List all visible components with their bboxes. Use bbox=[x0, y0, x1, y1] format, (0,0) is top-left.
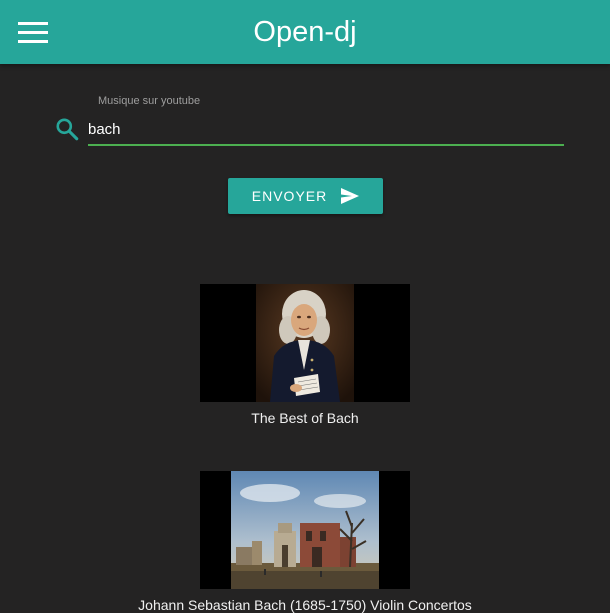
hamburger-menu-button[interactable] bbox=[14, 18, 52, 48]
search-icon bbox=[54, 116, 80, 142]
portrait-painting-thumbnail bbox=[200, 284, 410, 402]
video-result[interactable]: Johann Sebastian Bach (1685-1750) Violin… bbox=[138, 471, 472, 613]
app-bar: Open-dj bbox=[0, 0, 610, 64]
hamburger-menu-icon bbox=[18, 22, 48, 43]
video-title: The Best of Bach bbox=[251, 410, 359, 426]
send-icon bbox=[341, 188, 360, 204]
search-field-label: Musique sur youtube bbox=[98, 95, 201, 107]
landscape-painting-thumbnail bbox=[200, 471, 410, 589]
send-button-label: ENVOYER bbox=[251, 188, 328, 204]
app-title: Open-dj bbox=[253, 16, 357, 48]
video-thumbnail bbox=[200, 284, 410, 402]
video-title: Johann Sebastian Bach (1685-1750) Violin… bbox=[138, 597, 472, 613]
send-button[interactable]: ENVOYER bbox=[228, 178, 383, 214]
search-form: Musique sur youtube bbox=[54, 92, 566, 152]
video-thumbnail bbox=[200, 471, 410, 589]
video-result[interactable]: The Best of Bach bbox=[200, 284, 410, 426]
search-input[interactable] bbox=[88, 114, 564, 146]
